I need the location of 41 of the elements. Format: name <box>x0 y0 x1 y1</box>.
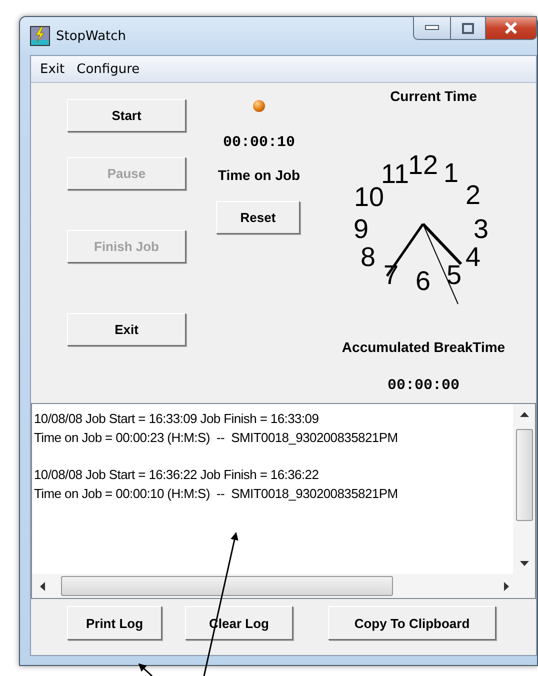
close-icon <box>504 22 518 34</box>
menu-item[interactable]: Exit <box>34 62 71 76</box>
maximize-button[interactable] <box>451 16 486 40</box>
log-line: 10/08/08 Job Start = 16:36:22 Job Finish = 16:36:22 <box>34 466 320 484</box>
minimize-icon <box>425 25 439 31</box>
clock-numeral: 6 <box>414 266 430 296</box>
log-button[interactable]: Print Log <box>67 606 162 640</box>
clock-title: Current Time <box>390 88 477 104</box>
log-line: 10/08/08 Job Start = 16:33:09 Job Finish = 16:33:09 <box>34 410 320 428</box>
job-time: 00:00:10 <box>222 134 295 151</box>
clock-numeral: 9 <box>352 214 368 244</box>
scroll-left-icon[interactable] <box>40 582 45 590</box>
action-button[interactable]: Start <box>67 99 186 132</box>
clock-numeral: 12 <box>407 150 438 180</box>
break-time-label: Accumulated BreakTime <box>342 339 506 355</box>
horizontal-scrollbar[interactable] <box>32 574 535 598</box>
close-button[interactable] <box>486 16 537 40</box>
window-title: StopWatch <box>56 28 126 44</box>
maximize-icon <box>462 22 474 34</box>
scroll-right-icon[interactable] <box>504 582 509 590</box>
minimize-button[interactable] <box>413 16 451 40</box>
clock-numeral: 1 <box>442 158 458 188</box>
scroll-up-icon[interactable] <box>520 412 528 417</box>
action-button[interactable]: Exit <box>67 313 186 346</box>
annotation-arrow <box>138 663 152 676</box>
log-button[interactable]: Copy To Clipboard <box>328 606 496 640</box>
clock-numeral: 2 <box>464 180 480 210</box>
log-line: Time on Job = 00:00:23 (H:M:S) -- SMIT0018_930200835821PM <box>34 429 399 447</box>
clock-numeral: 3 <box>472 214 488 244</box>
reset-button[interactable]: Reset <box>216 201 300 234</box>
status-light-icon <box>253 100 265 112</box>
break-time: 00:00:00 <box>387 377 460 394</box>
clock-numeral: 5 <box>446 260 462 290</box>
log-line: Time on Job = 00:00:10 (H:M:S) -- SMIT0018_930200835821PM <box>34 485 399 503</box>
clock-numeral: 8 <box>360 242 376 272</box>
scroll-down-icon[interactable] <box>520 561 528 566</box>
vertical-scrollbar[interactable] <box>513 404 535 574</box>
lightning-icon <box>30 26 50 46</box>
menu-item[interactable]: Configure <box>70 62 146 76</box>
clock-numeral: 4 <box>464 242 480 272</box>
job-time-label: Time on Job <box>218 167 300 183</box>
